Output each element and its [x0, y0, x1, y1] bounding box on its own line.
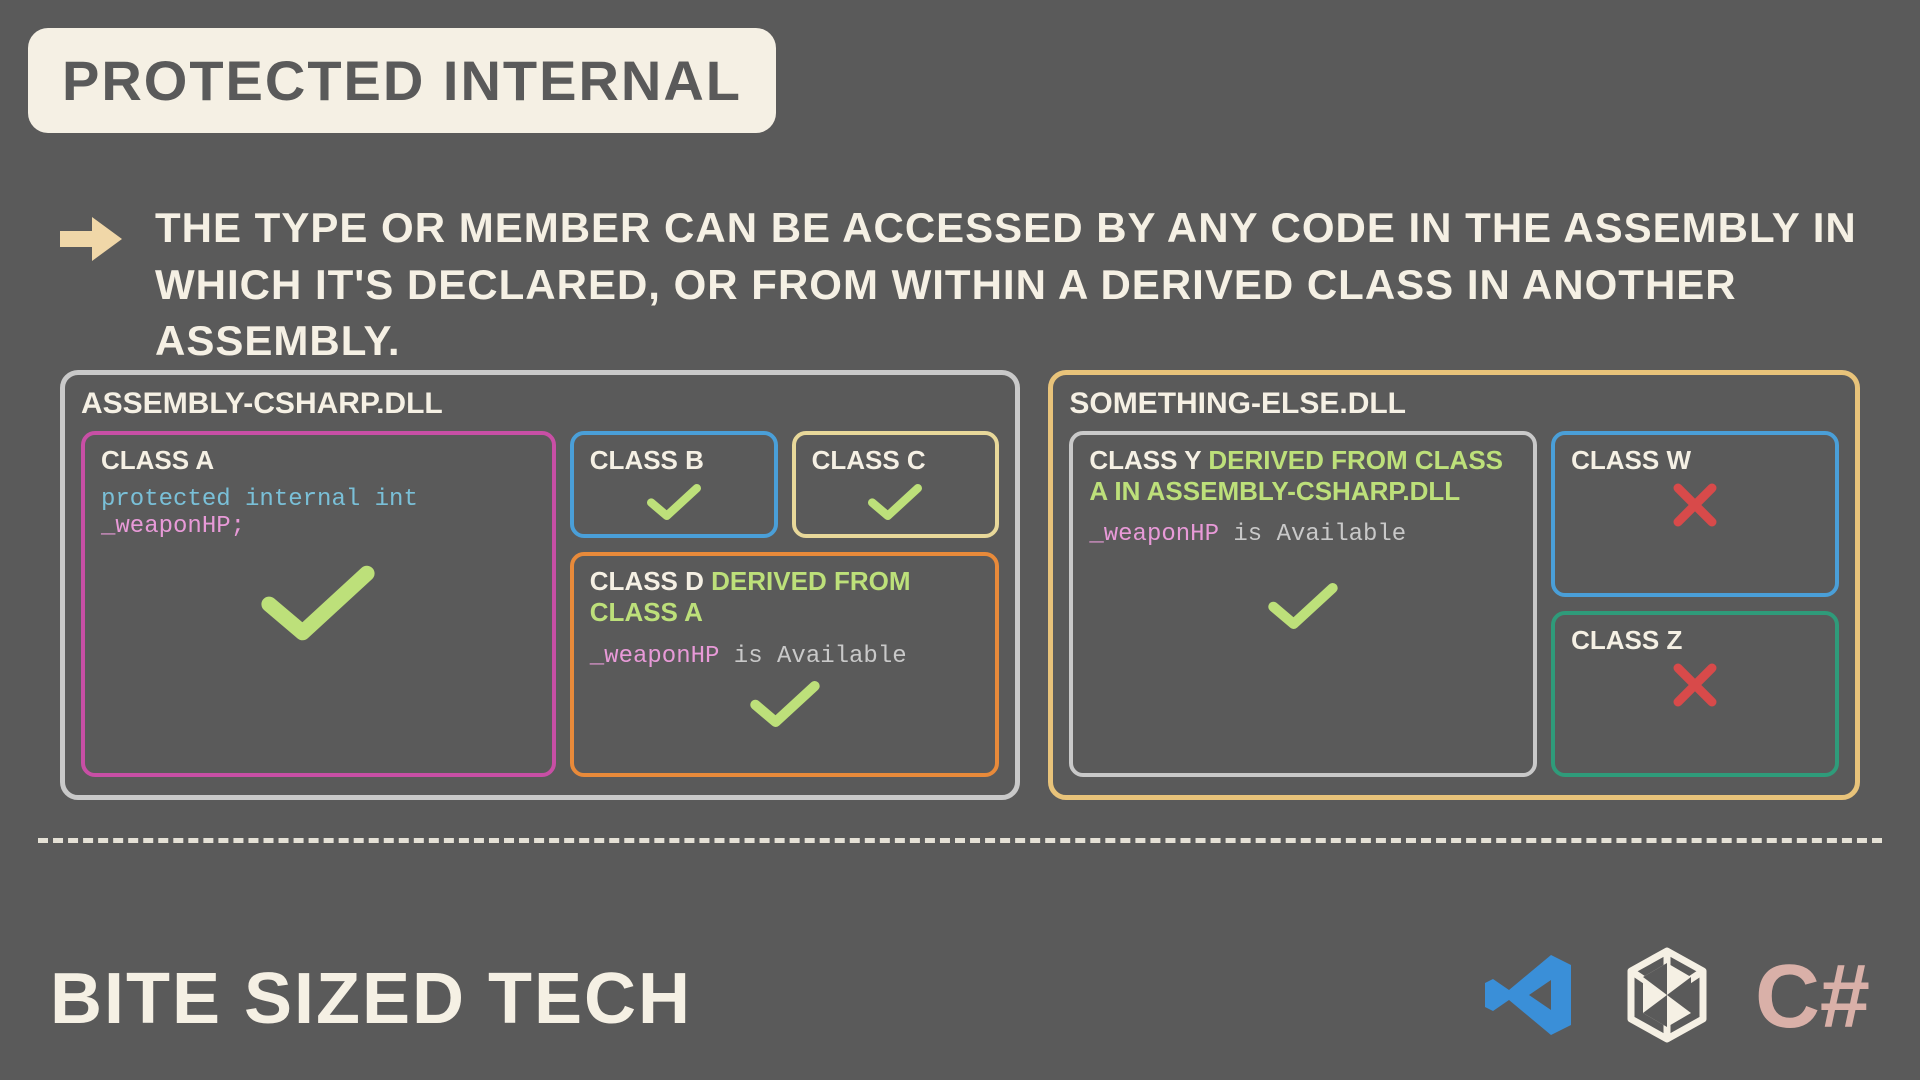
class-z-title: Class Z	[1571, 625, 1819, 656]
page-title: PROTECTED INTERNAL	[28, 28, 776, 133]
class-z-box: Class Z	[1551, 611, 1839, 777]
assembly-other-box: Something-else.dll Class Y Derived From …	[1048, 370, 1860, 800]
arrow-right-icon	[60, 215, 122, 263]
class-y-box: Class Y Derived From Class A in Assembly…	[1069, 431, 1537, 777]
csharp-text: C#	[1755, 946, 1870, 1049]
check-icon	[812, 480, 980, 524]
class-a-box: Class A protected internal int _weaponHP…	[81, 431, 556, 777]
assembly-csharp-title: Assembly-CSharp.dll	[81, 387, 999, 421]
class-a-title: Class A	[101, 445, 536, 476]
cross-icon	[1571, 660, 1819, 710]
brand-text: BITE SIZED TECH	[50, 958, 692, 1040]
check-icon	[590, 480, 758, 524]
unity-icon	[1617, 945, 1717, 1050]
check-icon	[101, 558, 536, 648]
description-text: The type or member can be accessed by an…	[155, 200, 1860, 370]
class-b-box: Class B	[570, 431, 778, 538]
check-icon	[590, 676, 980, 732]
class-d-availability: _weaponHP is Available	[590, 643, 980, 670]
class-c-title: Class C	[812, 445, 980, 476]
class-d-title: Class D Derived From Class A	[590, 566, 980, 628]
class-a-code: protected internal int _weaponHP;	[101, 486, 536, 540]
vscode-icon	[1479, 945, 1579, 1050]
assembly-other-title: Something-else.dll	[1069, 387, 1839, 421]
diagram-container: Assembly-CSharp.dll Class A protected in…	[60, 370, 1860, 800]
section-divider	[38, 838, 1882, 843]
class-y-title: Class Y Derived From Class A in Assembly…	[1089, 445, 1517, 507]
class-d-box: Class D Derived From Class A _weaponHP i…	[570, 552, 1000, 777]
class-y-availability: _weaponHP is Available	[1089, 521, 1517, 548]
class-c-box: Class C	[792, 431, 1000, 538]
class-w-title: Class W	[1571, 445, 1819, 476]
assembly-csharp-box: Assembly-CSharp.dll Class A protected in…	[60, 370, 1020, 800]
cross-icon	[1571, 480, 1819, 530]
logo-row: C#	[1479, 945, 1870, 1050]
class-w-box: Class W	[1551, 431, 1839, 597]
class-b-title: Class B	[590, 445, 758, 476]
check-icon	[1089, 578, 1517, 634]
